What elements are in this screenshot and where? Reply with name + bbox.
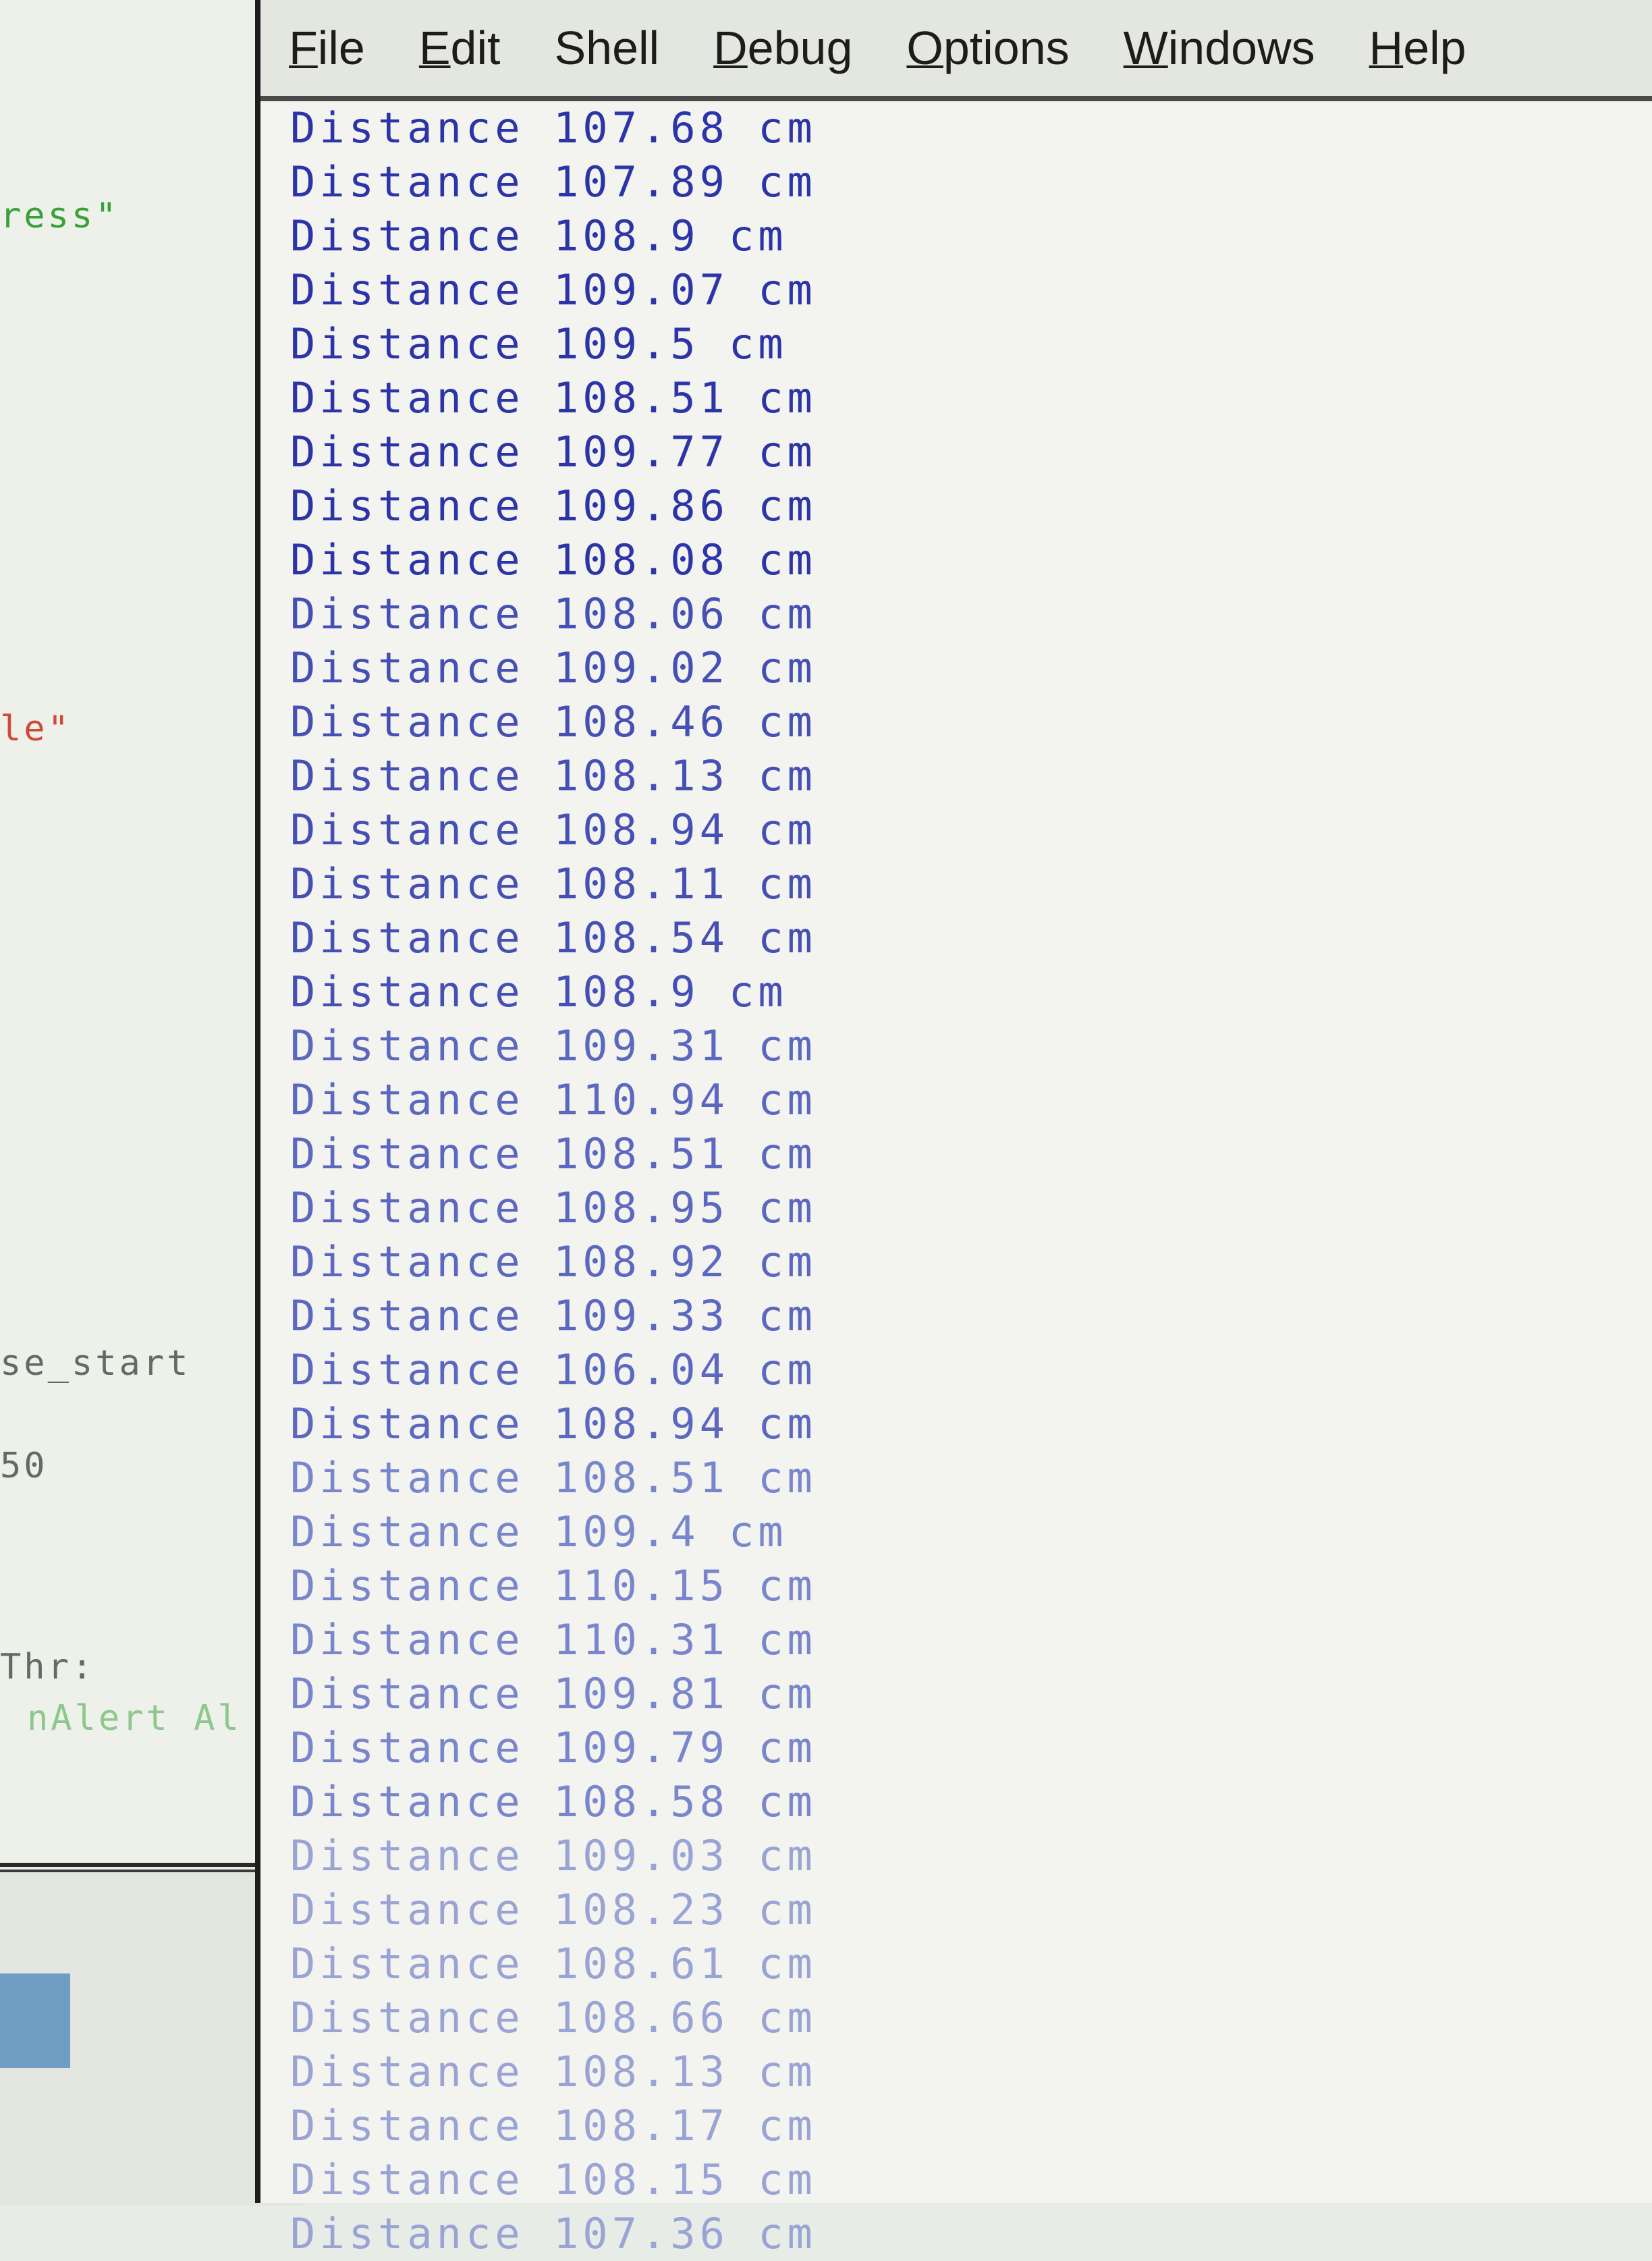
menu-debug[interactable]: Debug — [711, 14, 855, 82]
python-shell-window[interactable]: File Edit Shell Debug Options Windows He… — [255, 0, 1652, 2258]
output-line: Distance 108.46 cm — [290, 697, 817, 746]
code-number-fragment: 50 — [0, 1446, 48, 1486]
output-line: Distance 108.54 cm — [290, 913, 817, 962]
menu-windows[interactable]: Windows — [1121, 14, 1318, 82]
output-line: Distance 108.94 cm — [290, 805, 817, 854]
output-line: Distance 108.9 cm — [290, 211, 788, 261]
output-line: Distance 109.86 cm — [290, 481, 817, 530]
shell-output[interactable]: Distance 107.68 cm Distance 107.89 cm Di… — [290, 101, 817, 2261]
output-line: Distance 109.03 cm — [290, 1831, 817, 1880]
output-line: Distance 108.51 cm — [290, 373, 817, 423]
menu-options[interactable]: Options — [904, 14, 1072, 82]
menu-edit[interactable]: Edit — [416, 14, 503, 82]
menu-file[interactable]: File — [286, 14, 368, 82]
output-line: Distance 110.31 cm — [290, 1615, 817, 1664]
menu-help[interactable]: Help — [1367, 14, 1469, 82]
code-string-fragment: nAlert Al — [27, 1698, 242, 1739]
output-line: Distance 108.17 cm — [290, 2101, 817, 2150]
output-line: Distance 109.5 cm — [290, 319, 788, 369]
output-line: Distance 109.02 cm — [290, 643, 817, 692]
output-line: Distance 109.79 cm — [290, 1723, 817, 1772]
output-line: Distance 109.33 cm — [290, 1291, 817, 1340]
output-line: Distance 107.89 cm — [290, 157, 817, 207]
editor-button-fragment[interactable] — [0, 1973, 70, 2068]
output-line: Distance 108.66 cm — [290, 1993, 817, 2042]
menu-bar: File Edit Shell Debug Options Windows He… — [260, 0, 1652, 101]
output-line: Distance 109.77 cm — [290, 427, 817, 476]
output-line: Distance 106.04 cm — [290, 1345, 817, 1394]
output-line: Distance 108.94 cm — [290, 1399, 817, 1448]
output-line: Distance 108.11 cm — [290, 859, 817, 908]
output-line: Distance 107.36 cm — [290, 2209, 817, 2258]
output-line: Distance 108.08 cm — [290, 535, 817, 584]
output-line: Distance 108.51 cm — [290, 1129, 817, 1178]
output-line: Distance 108.13 cm — [290, 751, 817, 800]
output-line: Distance 108.13 cm — [290, 2047, 817, 2096]
output-line: Distance 109.07 cm — [290, 265, 817, 315]
output-line: Distance 109.31 cm — [290, 1021, 817, 1070]
editor-window[interactable]: ress" le" se_start 50 Thr: nAlert Al — [0, 0, 297, 1867]
output-line: Distance 110.94 cm — [290, 1075, 817, 1124]
output-line: Distance 110.15 cm — [290, 1561, 817, 1610]
output-line: Distance 108.92 cm — [290, 1237, 817, 1286]
code-identifier-fragment: Thr: — [0, 1647, 96, 1687]
output-line: Distance 108.06 cm — [290, 589, 817, 638]
output-line: Distance 108.51 cm — [290, 1453, 817, 1502]
output-line: Distance 109.81 cm — [290, 1669, 817, 1718]
output-line: Distance 108.15 cm — [290, 2155, 817, 2204]
menu-shell[interactable]: Shell — [551, 14, 662, 82]
output-line: Distance 108.61 cm — [290, 1939, 817, 1988]
code-string-fragment: ress" — [0, 196, 119, 236]
output-line: Distance 108.9 cm — [290, 967, 788, 1016]
output-line: Distance 108.23 cm — [290, 1885, 817, 1934]
output-line: Distance 109.4 cm — [290, 1507, 788, 1556]
output-line: Distance 108.95 cm — [290, 1183, 817, 1232]
output-line: Distance 107.68 cm — [290, 103, 817, 153]
code-string-fragment: le" — [0, 709, 72, 749]
code-identifier-fragment: se_start — [0, 1343, 191, 1384]
output-line: Distance 108.58 cm — [290, 1777, 817, 1826]
